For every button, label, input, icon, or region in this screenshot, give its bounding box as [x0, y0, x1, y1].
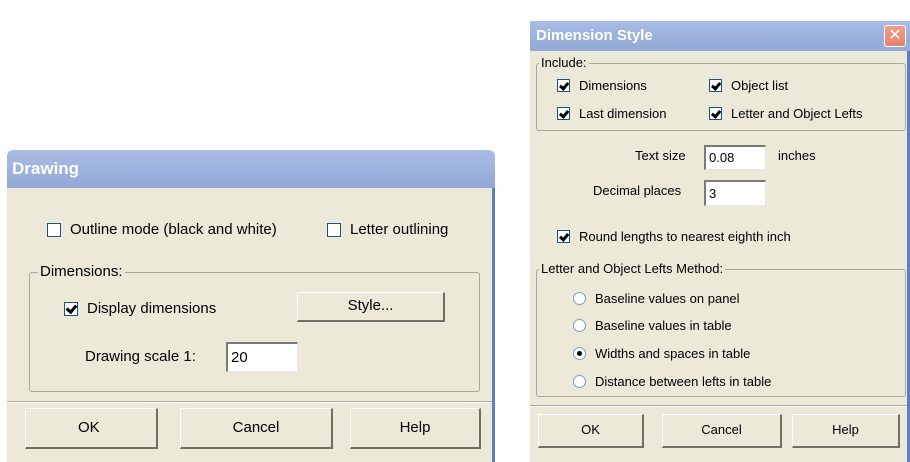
letter-object-lefts-checkbox[interactable]: Letter and Object Lefts — [709, 106, 863, 121]
text-size-unit: inches — [778, 148, 816, 163]
object-list-box[interactable] — [709, 79, 722, 92]
baseline-panel-radio[interactable] — [573, 292, 586, 305]
drawing-dialog-separator — [7, 401, 495, 403]
drawing-cancel-button[interactable]: Cancel — [180, 408, 333, 449]
method-radio-widths-spaces[interactable]: Widths and spaces in table — [573, 346, 750, 361]
baseline-panel-label: Baseline values on panel — [595, 291, 740, 306]
last-dimension-checkbox[interactable]: Last dimension — [557, 106, 666, 121]
object-list-checkbox[interactable]: Object list — [709, 78, 788, 93]
method-radio-distance-lefts[interactable]: Distance between lefts in table — [573, 374, 771, 389]
dimensions-box[interactable] — [557, 79, 570, 92]
distance-lefts-radio[interactable] — [573, 375, 586, 388]
text-size-label: Text size — [635, 148, 686, 163]
letter-outlining-checkbox[interactable]: Letter outlining — [327, 221, 448, 238]
letter-object-lefts-label: Letter and Object Lefts — [731, 106, 863, 121]
baseline-table-radio[interactable] — [573, 319, 586, 332]
lefts-method-group-label: Letter and Object Lefts Method: — [539, 261, 726, 276]
widths-spaces-label: Widths and spaces in table — [595, 346, 751, 361]
display-dimensions-box[interactable] — [64, 301, 78, 316]
dimensions-checkbox-label: Dimensions — [579, 78, 647, 93]
letter-object-lefts-box[interactable] — [709, 107, 722, 120]
style-button[interactable]: Style... — [297, 292, 445, 322]
dimensions-checkbox[interactable]: Dimensions — [557, 78, 647, 93]
dimension-style-titlebar[interactable]: Dimension Style ✕ — [530, 21, 910, 51]
round-lengths-label: Round lengths to nearest eighth inch — [579, 229, 791, 244]
drawing-scale-label: Drawing scale 1: — [85, 348, 196, 365]
include-group-label: Include: — [539, 55, 589, 70]
display-dimensions-label: Display dimensions — [87, 300, 217, 317]
close-icon[interactable]: ✕ — [884, 25, 906, 47]
dimension-style-title: Dimension Style — [536, 27, 653, 44]
text-size-input[interactable]: 0.08 — [704, 145, 766, 170]
dimension-cancel-button[interactable]: Cancel — [662, 414, 782, 448]
dimension-help-button[interactable]: Help — [792, 414, 900, 448]
letter-outlining-box[interactable] — [327, 222, 341, 237]
drawing-ok-button[interactable]: OK — [25, 408, 158, 449]
dimensions-group — [29, 272, 480, 392]
letter-outlining-label: Letter outlining — [350, 221, 449, 238]
drawing-dialog-titlebar[interactable]: Drawing — [7, 150, 495, 188]
widths-spaces-radio[interactable] — [573, 347, 586, 360]
dimensions-group-label: Dimensions: — [38, 263, 125, 280]
outline-mode-label: Outline mode (black and white) — [70, 221, 277, 238]
object-list-label: Object list — [731, 78, 789, 93]
dimension-ok-button[interactable]: OK — [538, 414, 644, 448]
dimension-style-dialog: Dimension Style ✕ Include: Dimensions Ob… — [530, 21, 910, 462]
method-radio-baseline-panel[interactable]: Baseline values on panel — [573, 291, 740, 306]
drawing-dialog-title: Drawing — [12, 159, 80, 178]
decimal-places-label: Decimal places — [593, 183, 682, 198]
drawing-scale-input[interactable]: 20 — [226, 342, 298, 372]
drawing-help-button[interactable]: Help — [350, 408, 481, 449]
decimal-places-input[interactable]: 3 — [704, 180, 766, 206]
outline-mode-box[interactable] — [47, 222, 61, 237]
last-dimension-box[interactable] — [557, 107, 570, 120]
method-radio-baseline-table[interactable]: Baseline values in table — [573, 318, 732, 333]
last-dimension-label: Last dimension — [579, 106, 667, 121]
round-lengths-checkbox[interactable]: Round lengths to nearest eighth inch — [557, 229, 791, 244]
distance-lefts-label: Distance between lefts in table — [595, 374, 772, 389]
dimension-style-separator — [530, 405, 910, 407]
outline-mode-checkbox[interactable]: Outline mode (black and white) — [47, 221, 277, 238]
drawing-dialog-right-edge — [492, 188, 495, 462]
drawing-dialog: Drawing Outline mode (black and white) L… — [7, 150, 495, 462]
display-dimensions-checkbox[interactable]: Display dimensions — [64, 300, 216, 317]
baseline-table-label: Baseline values in table — [595, 318, 732, 333]
round-lengths-box[interactable] — [557, 230, 570, 243]
